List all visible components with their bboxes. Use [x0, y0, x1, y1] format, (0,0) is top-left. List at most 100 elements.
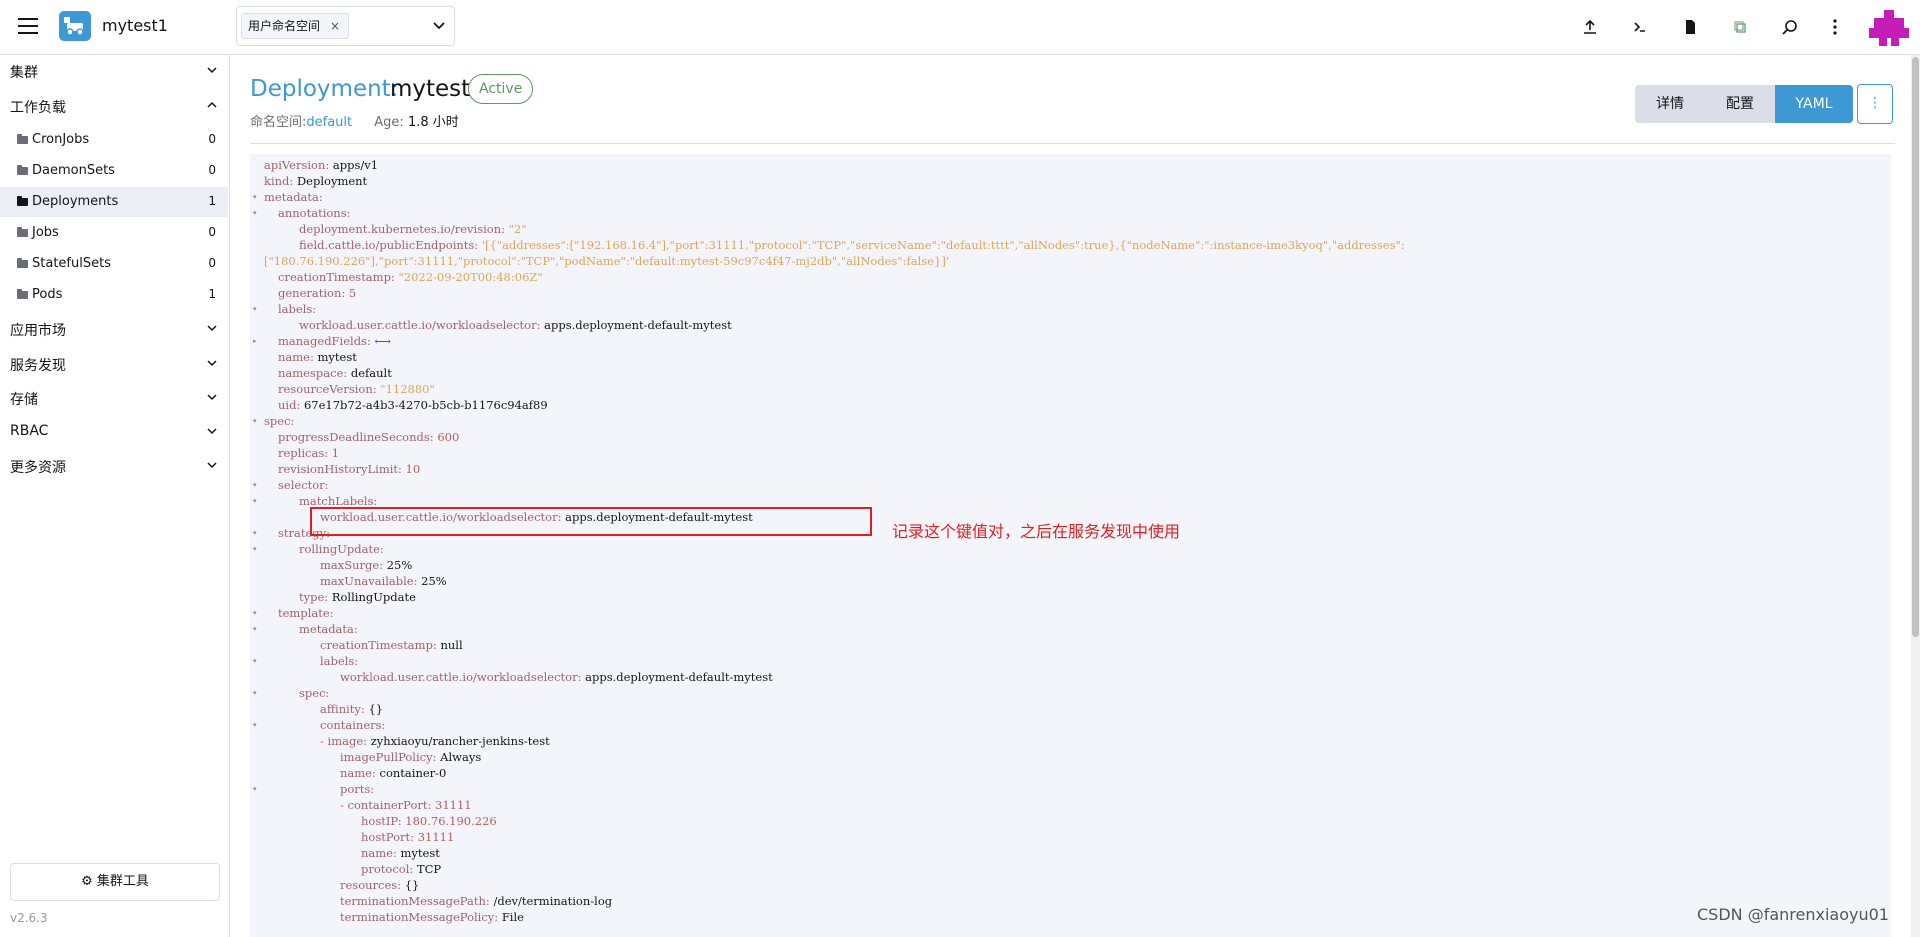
yaml-value: "2"	[508, 222, 527, 236]
yaml-key: ports:	[340, 782, 378, 796]
namespace-filter[interactable]: 用户命名空间 ×	[236, 6, 455, 46]
yaml-value[interactable]: ⟷	[375, 334, 392, 348]
terminal-icon[interactable]	[1630, 17, 1650, 37]
sidebar-group-label: RBAC	[10, 423, 49, 439]
yaml-line: labels:	[278, 301, 320, 317]
menu-icon[interactable]	[18, 18, 38, 34]
folder-icon	[17, 134, 28, 144]
chevron-down-icon[interactable]	[432, 19, 446, 33]
yaml-key: hostPort:	[361, 830, 418, 844]
yaml-key: - image:	[320, 734, 371, 748]
sidebar-group-service-discovery[interactable]: 服务发现	[0, 350, 229, 378]
resource-type-link[interactable]: Deployment:	[250, 76, 398, 102]
sidebar-item-count: 0	[208, 163, 216, 177]
tab-config[interactable]: 配置	[1705, 85, 1775, 123]
yaml-key: creationTimestamp:	[320, 638, 441, 652]
sidebar-group-cluster[interactable]: 集群	[0, 57, 229, 85]
copy-icon[interactable]	[1730, 17, 1750, 37]
fold-toggle-icon[interactable]: ▾	[253, 477, 259, 493]
sidebar-group-rbac[interactable]: RBAC	[0, 418, 229, 446]
fold-toggle-icon[interactable]: ▾	[253, 605, 259, 621]
sidebar-item-cronjobs[interactable]: CronJobs 0	[0, 125, 228, 155]
yaml-line: name: container-0	[340, 765, 446, 781]
yaml-line: replicas: 1	[278, 445, 339, 461]
resource-meta: 命名空间:default Age: 1.8 小时	[250, 111, 459, 130]
search-icon[interactable]	[1780, 17, 1800, 37]
yaml-line: apiVersion: apps/v1	[264, 157, 378, 173]
namespace-label: 命名空间:	[250, 115, 307, 130]
chevron-down-icon	[207, 462, 217, 469]
yaml-line: workload.user.cattle.io/workloadselector…	[299, 317, 732, 333]
tab-details[interactable]: 详情	[1635, 85, 1705, 123]
more-actions-button[interactable]: ⋮	[1857, 84, 1893, 124]
cluster-tools-button[interactable]: ⚙ 集群工具	[10, 863, 220, 901]
yaml-key: hostIP:	[361, 814, 406, 828]
yaml-value: '[{"addresses":["192.168.16.4"],"port":3…	[481, 238, 1405, 252]
fold-toggle-icon[interactable]: ▾	[253, 621, 259, 637]
yaml-editor[interactable]: apiVersion: apps/v1 kind: Deployment ▾ meta…	[250, 154, 1891, 937]
file-icon[interactable]	[1680, 17, 1700, 37]
fold-toggle-icon[interactable]: ▾	[253, 653, 259, 669]
fold-toggle-icon[interactable]: ▾	[253, 493, 259, 509]
fold-toggle-icon[interactable]: ▾	[253, 541, 259, 557]
yaml-line: imagePullPolicy: Always	[340, 749, 481, 765]
fold-toggle-icon[interactable]: ▾	[253, 717, 259, 733]
yaml-value: 31111	[417, 830, 455, 844]
more-vertical-icon[interactable]	[1825, 17, 1845, 37]
sidebar-group-label: 存储	[10, 392, 38, 408]
yaml-line: revisionHistoryLimit: 10	[278, 461, 420, 477]
sidebar-item-daemonsets[interactable]: DaemonSets 0	[0, 156, 228, 186]
yaml-value: mytest	[317, 350, 357, 364]
sidebar-item-pods[interactable]: Pods 1	[0, 280, 228, 310]
yaml-key: terminationMessagePath:	[340, 894, 494, 908]
fold-toggle-icon[interactable]: ▾	[253, 685, 259, 701]
yaml-key: type:	[299, 590, 332, 604]
yaml-key: rollingUpdate:	[299, 542, 388, 556]
yaml-key: field.cattle.io/publicEndpoints:	[299, 238, 482, 252]
upload-icon[interactable]	[1580, 17, 1600, 37]
fold-toggle-icon[interactable]: ▸	[253, 333, 259, 349]
cluster-name[interactable]: mytest1	[102, 16, 168, 35]
sidebar-item-jobs[interactable]: Jobs 0	[0, 218, 228, 248]
yaml-key: metadata:	[299, 622, 362, 636]
yaml-line: containers:	[320, 717, 389, 733]
resource-name: mytest	[390, 76, 471, 102]
namespace-link[interactable]: default	[306, 115, 352, 130]
yaml-value: 600	[437, 430, 460, 444]
divider	[250, 143, 1895, 144]
fold-toggle-icon[interactable]: ▾	[253, 205, 259, 221]
yaml-value: 180.76.190.226	[405, 814, 497, 828]
yaml-line: protocol: TCP	[361, 861, 441, 877]
yaml-key: name:	[361, 846, 401, 860]
fold-toggle-icon[interactable]: ▾	[253, 189, 259, 205]
user-avatar[interactable]	[1869, 6, 1909, 46]
sidebar-item-label: Jobs	[32, 225, 59, 240]
yaml-line: namespace: default	[278, 365, 392, 381]
sidebar-item-label: CronJobs	[32, 132, 90, 147]
sidebar-item-deployments[interactable]: Deployments 1	[0, 187, 228, 217]
yaml-key: revisionHistoryLimit:	[278, 462, 406, 476]
sidebar-group-workloads[interactable]: 工作负载	[0, 92, 229, 120]
scrollbar-thumb[interactable]	[1912, 57, 1919, 637]
sidebar-group-storage[interactable]: 存储	[0, 384, 229, 412]
fold-toggle-icon[interactable]: ▾	[253, 781, 259, 797]
sidebar: 集群 工作负载 CronJobs 0 DaemonSets 0 Deployment…	[0, 55, 230, 937]
yaml-key: containers:	[320, 718, 390, 732]
sidebar-group-more-resources[interactable]: 更多资源	[0, 452, 229, 480]
yaml-line: type: RollingUpdate	[299, 589, 416, 605]
yaml-line: maxUnavailable: 25%	[320, 573, 447, 589]
fold-toggle-icon[interactable]: ▾	[253, 525, 259, 541]
sidebar-item-count: 0	[208, 256, 216, 270]
folder-icon	[17, 258, 28, 268]
yaml-value: container-0	[379, 766, 447, 780]
close-icon[interactable]: ×	[330, 19, 340, 33]
yaml-line: terminationMessagePolicy: File	[340, 909, 524, 925]
fold-toggle-icon[interactable]: ▾	[253, 301, 259, 317]
yaml-value: 25%	[386, 558, 413, 572]
tab-yaml[interactable]: YAML	[1775, 85, 1853, 123]
fold-toggle-icon[interactable]: ▾	[253, 413, 259, 429]
sidebar-item-statefulsets[interactable]: StatefulSets 0	[0, 249, 228, 279]
yaml-key: apiVersion:	[264, 158, 333, 172]
scrollbar[interactable]	[1911, 55, 1920, 937]
sidebar-group-apps[interactable]: 应用市场	[0, 315, 229, 343]
